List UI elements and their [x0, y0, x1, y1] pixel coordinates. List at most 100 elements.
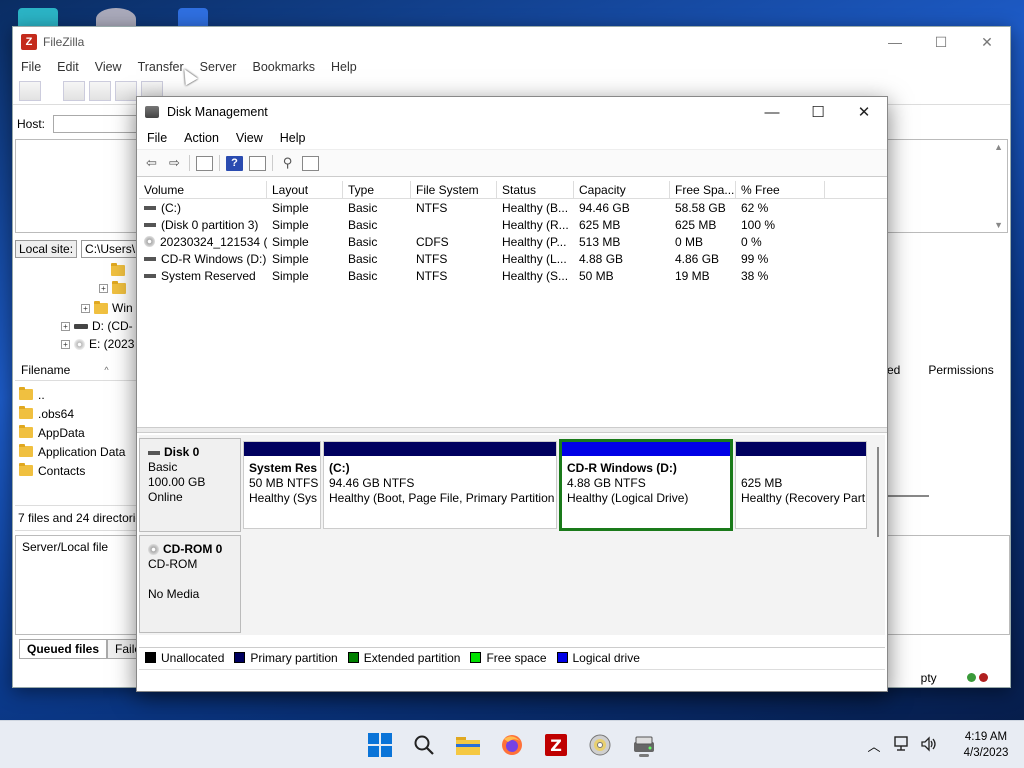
table-row[interactable]: (C:) Simple Basic NTFS Healthy (B... 94.… [139, 199, 887, 216]
table-row[interactable]: (Disk 0 partition 3) Simple Basic Health… [139, 216, 887, 233]
volume-icon[interactable] [920, 735, 948, 755]
taskbar-clock[interactable]: 4:19 AM 4/3/2023 [948, 729, 1024, 761]
filename-column-header[interactable]: Filename ^ [15, 359, 137, 381]
fz-close-button[interactable]: ✕ [964, 27, 1010, 57]
tree-item-win[interactable]: + Win [81, 300, 133, 315]
legend-label: Unallocated [161, 650, 225, 665]
column-volume[interactable]: Volume [139, 181, 267, 198]
log-scroll-up-icon[interactable]: ▲ [994, 142, 1003, 152]
partition-recovery[interactable]: 625 MB Healthy (Recovery Part [735, 441, 867, 529]
fz-menu-edit[interactable]: Edit [57, 60, 79, 74]
back-arrow-icon[interactable]: ⇦ [143, 155, 160, 171]
forward-arrow-icon[interactable]: ⇨ [166, 155, 183, 171]
list-item[interactable]: Application Data [19, 442, 125, 461]
dm-minimize-button[interactable]: — [749, 97, 795, 127]
chevron-up-icon[interactable]: ︿ [856, 736, 892, 755]
volume-layout: Simple [272, 200, 309, 215]
list-item[interactable]: Contacts [19, 461, 125, 480]
volume-pct-free: 99 % [741, 251, 769, 266]
volume-status: Healthy (L... [502, 251, 567, 266]
start-button[interactable] [366, 731, 394, 759]
legend-extended: Extended partition [347, 651, 460, 665]
column-status[interactable]: Status [497, 181, 574, 198]
settings-view-icon[interactable] [302, 155, 319, 171]
dm-close-button[interactable]: ✕ [841, 97, 887, 127]
drive-icon [74, 323, 88, 329]
cdrom-0-label[interactable]: CD-ROM 0 CD-ROM No Media [139, 535, 241, 633]
host-input[interactable] [53, 115, 144, 133]
disk-management-taskbar-button[interactable] [630, 731, 658, 759]
filezilla-titlebar[interactable]: Z FileZilla [13, 27, 1010, 57]
volume-layout: Simple [272, 217, 309, 232]
remote-column-modified[interactable]: ed [887, 363, 900, 377]
folder-icon [19, 463, 33, 476]
help-icon[interactable]: ? [226, 155, 243, 171]
properties-icon[interactable] [249, 155, 266, 171]
partition-cd-r-windows-d[interactable]: CD-R Windows (D:) 4.88 GB NTFS Healthy (… [559, 439, 733, 531]
firefox-button[interactable] [498, 731, 526, 759]
file-explorer-button[interactable] [454, 731, 482, 759]
volume-fs: CDFS [416, 234, 449, 249]
network-icon[interactable] [892, 735, 920, 755]
dm-menu-action[interactable]: Action [184, 131, 219, 145]
disk-management-icon [634, 736, 654, 752]
filezilla-taskbar-button[interactable]: Z [542, 731, 570, 759]
toggle-log-button[interactable] [63, 80, 85, 101]
column-capacity[interactable]: Capacity [574, 181, 670, 198]
column-percent-free[interactable]: % Free [736, 181, 825, 198]
table-row[interactable]: System Reserved Simple Basic NTFS Health… [139, 267, 887, 284]
local-site-label: Local site: [15, 240, 78, 258]
volume-fs [411, 216, 497, 233]
column-type[interactable]: Type [343, 181, 411, 198]
column-file-system[interactable]: File System [411, 181, 497, 198]
tab-queued-files[interactable]: Queued files [19, 639, 108, 659]
connect-icon[interactable]: ⚲ [279, 155, 296, 171]
show-hide-tree-icon[interactable] [196, 155, 213, 171]
toggle-remote-button[interactable] [115, 80, 137, 101]
table-row[interactable]: CD-R Windows (D:) Simple Basic NTFS Heal… [139, 250, 887, 267]
log-scroll-down-icon[interactable]: ▼ [994, 220, 1003, 230]
fz-maximize-button[interactable]: ☐ [918, 27, 964, 57]
remote-column-permissions[interactable]: Permissions [928, 363, 993, 377]
expand-icon[interactable]: + [61, 321, 70, 331]
remote-hscrollbar[interactable] [885, 495, 929, 497]
dm-menu-file[interactable]: File [147, 131, 167, 145]
svg-text:Z: Z [550, 736, 562, 755]
column-free-space[interactable]: Free Spa... [670, 181, 736, 198]
toggle-tree-button[interactable] [89, 80, 111, 101]
expand-icon[interactable]: + [61, 339, 70, 349]
disc-burner-button[interactable] [586, 731, 614, 759]
fz-minimize-button[interactable]: — [872, 27, 918, 57]
fz-menu-transfer[interactable]: Transfer [138, 60, 184, 74]
list-item[interactable]: .. [19, 385, 125, 404]
table-row[interactable]: 20230324_121534 (... Simple Basic CDFS H… [139, 233, 887, 250]
tree-item-d-drive[interactable]: + D: (CD- [61, 319, 133, 333]
dm-statusbar [139, 669, 885, 689]
fz-menu-bookmarks[interactable]: Bookmarks [252, 60, 315, 74]
fz-menu-view[interactable]: View [95, 60, 122, 74]
disk-0-label[interactable]: Disk 0 Basic 100.00 GB Online [139, 438, 241, 532]
fz-menu-help[interactable]: Help [331, 60, 357, 74]
dm-menu-view[interactable]: View [236, 131, 263, 145]
column-layout[interactable]: Layout [267, 181, 343, 198]
site-manager-button[interactable] [19, 80, 41, 101]
expand-icon[interactable]: + [99, 284, 108, 293]
disk-view-scrollbar[interactable] [877, 447, 879, 537]
partition-system-reserved[interactable]: System Res 50 MB NTFS Healthy (Sys [243, 441, 321, 529]
dm-menu-help[interactable]: Help [280, 131, 306, 145]
list-item[interactable]: .obs64 [19, 404, 125, 423]
cdrom-icon [148, 544, 159, 555]
list-item[interactable]: AppData [19, 423, 125, 442]
fz-menu-server[interactable]: Server [200, 60, 237, 74]
partition-c[interactable]: (C:) 94.46 GB NTFS Healthy (Boot, Page F… [323, 441, 557, 529]
fz-menu-file[interactable]: File [21, 60, 41, 74]
clock-time: 4:19 AM [964, 731, 1008, 743]
pane-splitter[interactable] [137, 427, 887, 433]
expand-icon[interactable]: + [81, 303, 90, 313]
search-button[interactable] [410, 731, 438, 759]
tree-item-e-drive[interactable]: + E: (2023 [61, 337, 134, 351]
volume-capacity: 50 MB [579, 268, 614, 283]
local-site-input[interactable]: C:\Users\ [81, 240, 142, 258]
volume-pct-free: 0 % [741, 234, 762, 249]
dm-maximize-button[interactable]: ☐ [795, 97, 841, 127]
